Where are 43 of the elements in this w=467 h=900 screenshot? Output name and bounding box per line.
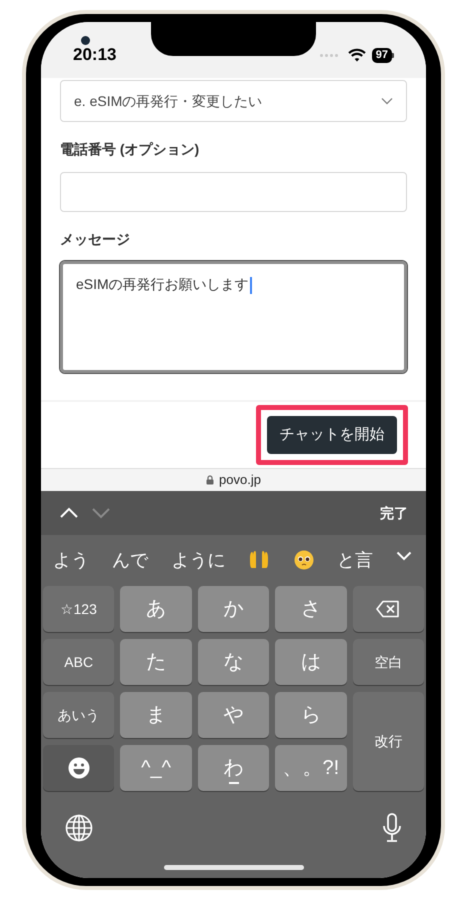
chevron-down-icon bbox=[381, 97, 393, 105]
chevron-up-icon[interactable] bbox=[59, 507, 79, 519]
keyboard-key[interactable]: 、。?! bbox=[275, 745, 347, 791]
keyboard-key[interactable]: あいう bbox=[43, 692, 114, 738]
battery-icon: 97 bbox=[372, 48, 392, 62]
smiley-icon bbox=[68, 757, 90, 779]
keyboard-key[interactable]: や bbox=[198, 692, 270, 738]
keyboard-key[interactable]: ☆123 bbox=[43, 586, 114, 632]
return-key[interactable]: 改行 bbox=[352, 692, 424, 791]
keyboard-key[interactable]: ^_^ bbox=[120, 745, 192, 791]
keyboard-key[interactable]: な bbox=[198, 639, 270, 685]
done-button[interactable]: 完了 bbox=[380, 502, 408, 524]
keyboard-key[interactable]: ABC bbox=[43, 639, 114, 685]
signal-icon bbox=[320, 54, 340, 56]
url-text: povo.jp bbox=[219, 471, 261, 490]
delete-icon bbox=[376, 600, 400, 618]
keyboard-key[interactable]: は bbox=[275, 639, 347, 685]
emoji-key[interactable] bbox=[43, 745, 114, 791]
candidate-word[interactable]: んで bbox=[112, 546, 148, 574]
keyboard-key[interactable]: わ bbox=[198, 745, 270, 791]
keyboard-key[interactable]: た bbox=[120, 639, 192, 685]
message-field[interactable]: eSIMの再発行お願いします bbox=[60, 261, 407, 373]
clock-time: 20:13 bbox=[73, 44, 118, 66]
candidate-word[interactable]: よう bbox=[53, 546, 89, 574]
lock-icon bbox=[206, 475, 214, 485]
keyboard-key[interactable]: あ bbox=[120, 586, 192, 632]
field-label: メッセージ bbox=[60, 230, 131, 249]
keyboard-key[interactable]: か bbox=[198, 586, 270, 632]
globe-icon[interactable] bbox=[65, 814, 93, 842]
candidate-word[interactable]: ように bbox=[171, 546, 226, 574]
keyboard-key[interactable]: 空白 bbox=[352, 639, 424, 685]
pleading-face-icon[interactable] bbox=[294, 550, 314, 570]
microphone-icon[interactable] bbox=[382, 813, 402, 843]
keyboard-key[interactable]: ら bbox=[275, 692, 347, 738]
start-chat-button[interactable]: チャットを開始 bbox=[267, 416, 397, 454]
wifi-icon bbox=[348, 48, 366, 62]
keyboard-key[interactable]: ま bbox=[120, 692, 192, 738]
keyboard-key[interactable]: さ bbox=[275, 586, 347, 632]
phone-input-field[interactable] bbox=[60, 172, 407, 212]
topic-select[interactable]: e. eSIMの再発行・変更したい bbox=[60, 80, 407, 122]
field-label: 電話番号 (オプション) bbox=[60, 140, 200, 159]
delete-key[interactable] bbox=[352, 586, 424, 632]
candidate-word[interactable]: と言 bbox=[336, 546, 373, 574]
